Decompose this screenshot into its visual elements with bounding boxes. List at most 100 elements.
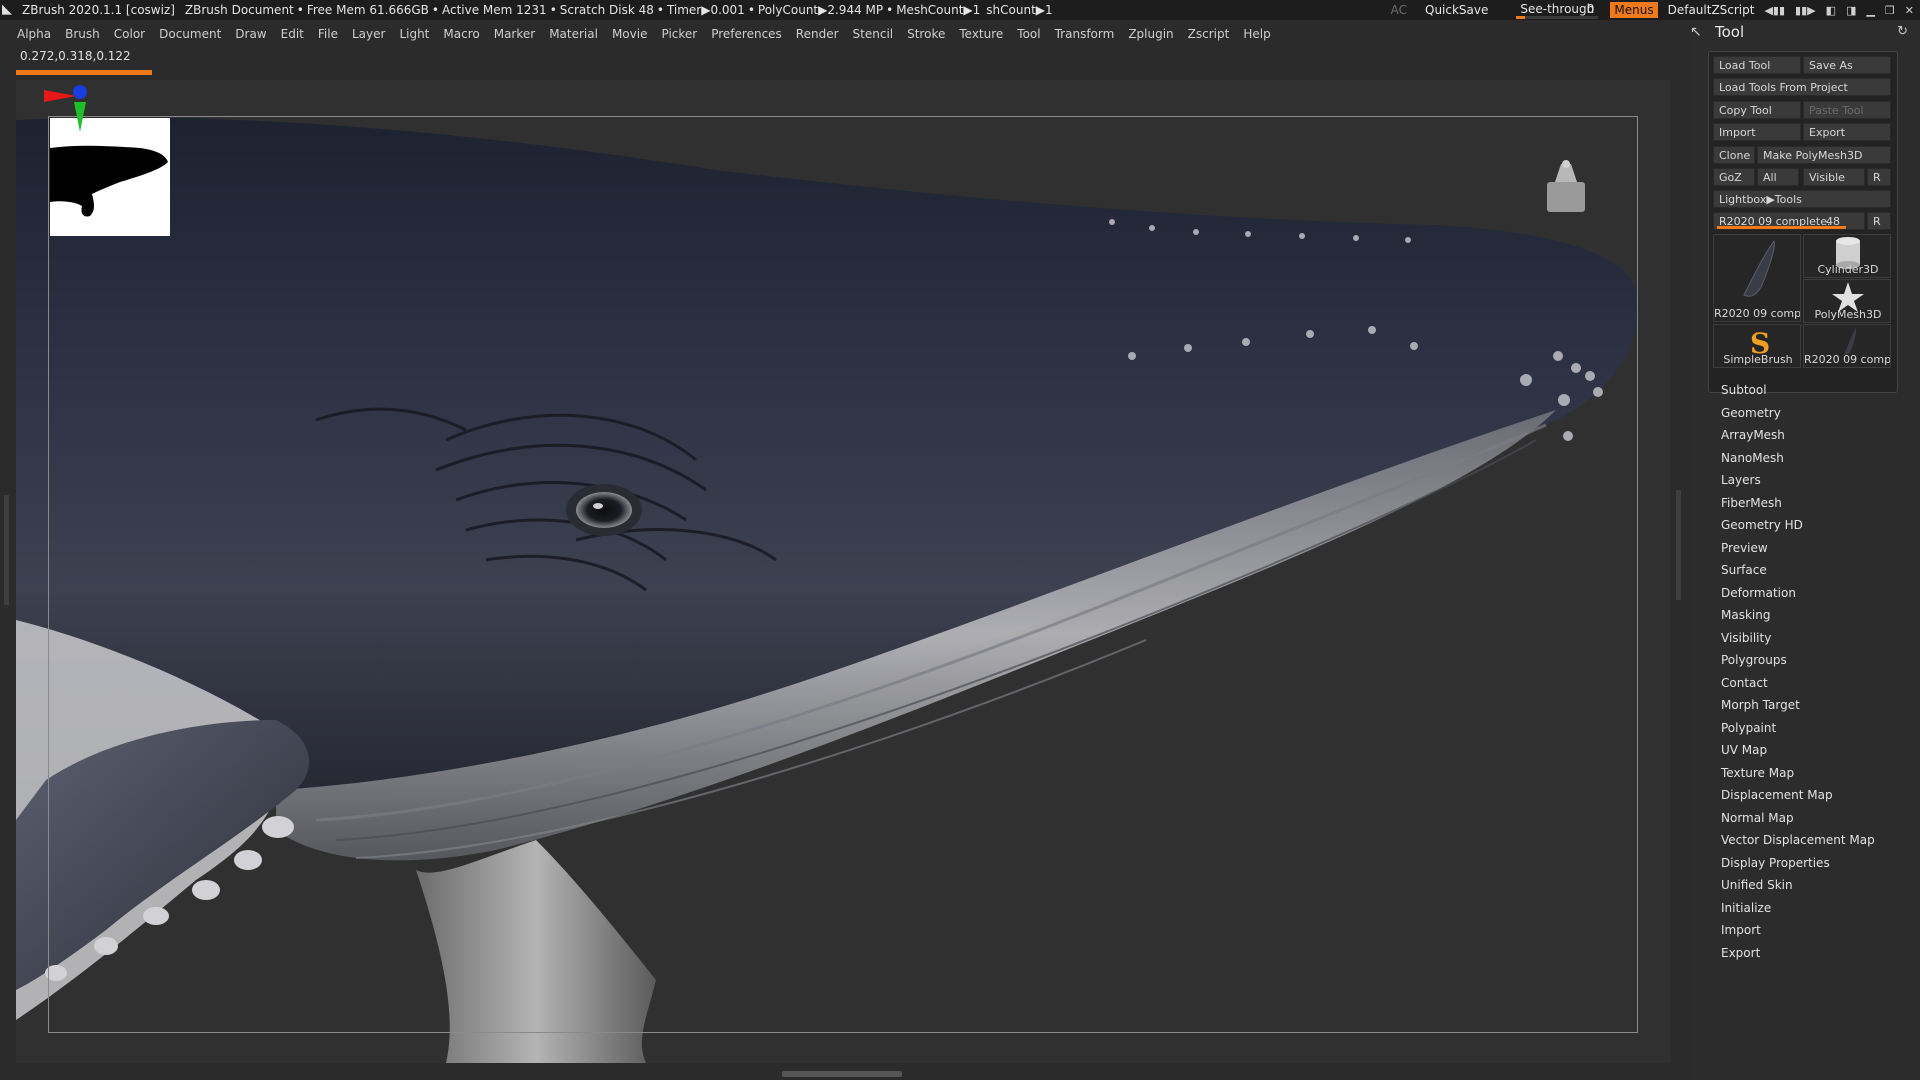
menu-tool[interactable]: Tool <box>1017 27 1040 41</box>
export-button[interactable]: Export <box>1803 123 1891 141</box>
layout-right-icon[interactable]: ▮▮▶ <box>1795 4 1816 17</box>
refresh-icon[interactable]: ↻ <box>1897 24 1908 39</box>
subpalette-contact[interactable]: Contact <box>1721 672 1875 695</box>
load-tools-from-project-button[interactable]: Load Tools From Project <box>1713 78 1891 96</box>
ui-swap-left-icon[interactable]: ◧ <box>1826 4 1836 17</box>
tool-r-button[interactable]: R <box>1867 212 1891 230</box>
menu-alpha[interactable]: Alpha <box>17 27 51 41</box>
see-through-slider[interactable]: See-through 0 <box>1514 1 1600 19</box>
minimize-icon[interactable]: ▁ <box>1866 4 1874 17</box>
menu-movie[interactable]: Movie <box>612 27 648 41</box>
subpalette-texture-map[interactable]: Texture Map <box>1721 762 1875 785</box>
ac-toggle[interactable]: AC <box>1391 3 1407 17</box>
left-tray-handle[interactable] <box>4 495 9 605</box>
menu-light[interactable]: Light <box>399 27 429 41</box>
subpalette-import[interactable]: Import <box>1721 919 1875 942</box>
tool-thumb-current[interactable]: R2020 09 complete <box>1713 234 1801 322</box>
bottom-tray-handle[interactable] <box>782 1071 902 1077</box>
menu-transform[interactable]: Transform <box>1055 27 1115 41</box>
subpalette-normal-map[interactable]: Normal Map <box>1721 807 1875 830</box>
menu-stencil[interactable]: Stencil <box>853 27 894 41</box>
stat-scratch-disk: Scratch Disk 48 <box>559 3 654 17</box>
subpalette-arraymesh[interactable]: ArrayMesh <box>1721 424 1875 447</box>
menu-preferences[interactable]: Preferences <box>711 27 782 41</box>
menu-texture[interactable]: Texture <box>959 27 1003 41</box>
subpalette-initialize[interactable]: Initialize <box>1721 897 1875 920</box>
subpalette-layers[interactable]: Layers <box>1721 469 1875 492</box>
menu-zplugin[interactable]: Zplugin <box>1128 27 1173 41</box>
subpalette-polypaint[interactable]: Polypaint <box>1721 717 1875 740</box>
menu-marker[interactable]: Marker <box>494 27 535 41</box>
goz-all-button[interactable]: All <box>1757 168 1799 186</box>
goz-r-button[interactable]: R <box>1867 168 1891 186</box>
import-button[interactable]: Import <box>1713 123 1801 141</box>
paste-tool-button[interactable]: Paste Tool <box>1803 101 1891 119</box>
pin-icon[interactable]: ↖ <box>1690 24 1702 40</box>
axis-gizmo-icon[interactable] <box>16 80 96 160</box>
tool-thumb-whale-2[interactable]: R2020 09 complete <box>1803 324 1891 368</box>
subpalette-visibility[interactable]: Visibility <box>1721 627 1875 650</box>
copy-tool-button[interactable]: Copy Tool <box>1713 101 1801 119</box>
subpalette-deformation[interactable]: Deformation <box>1721 582 1875 605</box>
clone-button[interactable]: Clone <box>1713 146 1755 164</box>
zbrush-logo-icon[interactable]: ◣ <box>2 2 18 18</box>
menu-zscript[interactable]: Zscript <box>1188 27 1230 41</box>
subpalette-nanomesh[interactable]: NanoMesh <box>1721 447 1875 470</box>
stat-timer: Timer▶0.001 <box>666 3 745 17</box>
subpalette-geometry-hd[interactable]: Geometry HD <box>1721 514 1875 537</box>
menu-draw[interactable]: Draw <box>235 27 266 41</box>
see-through-value: 0 <box>1586 2 1595 16</box>
tool-slider[interactable]: R2020 09 complete. 48 <box>1713 212 1865 230</box>
tool-thumb-simplebrush[interactable]: S SimpleBrush <box>1713 324 1801 368</box>
right-tray-handle[interactable] <box>1676 490 1681 600</box>
subpalette-preview[interactable]: Preview <box>1721 537 1875 560</box>
camera-icon[interactable] <box>1543 156 1589 216</box>
menu-macro[interactable]: Macro <box>443 27 479 41</box>
subpalette-display-properties[interactable]: Display Properties <box>1721 852 1875 875</box>
restore-icon[interactable]: ❐ <box>1885 4 1895 17</box>
subpalette-export[interactable]: Export <box>1721 942 1875 965</box>
subpalette-subtool[interactable]: Subtool <box>1721 379 1875 402</box>
lightbox-tools-button[interactable]: Lightbox▶Tools <box>1713 190 1891 208</box>
tool-thumb-cylinder3d[interactable]: Cylinder3D <box>1803 234 1891 278</box>
tool-palette-title: Tool <box>1715 23 1745 41</box>
tool-thumb-polymesh3d[interactable]: PolyMesh3D <box>1803 279 1891 323</box>
make-polymesh3d-button[interactable]: Make PolyMesh3D <box>1757 146 1891 164</box>
goz-button[interactable]: GoZ <box>1713 168 1755 186</box>
menu-edit[interactable]: Edit <box>281 27 304 41</box>
title-bar: ◣ ZBrush 2020.1.1 [coswiz] ZBrush Docume… <box>0 0 1920 20</box>
stat-active-mem: Active Mem 1231 <box>441 3 547 17</box>
subpalette-polygroups[interactable]: Polygroups <box>1721 649 1875 672</box>
subpalette-vector-displacement-map[interactable]: Vector Displacement Map <box>1721 829 1875 852</box>
menu-help[interactable]: Help <box>1243 27 1270 41</box>
subpalette-uv-map[interactable]: UV Map <box>1721 739 1875 762</box>
subpalette-unified-skin[interactable]: Unified Skin <box>1721 874 1875 897</box>
menu-file[interactable]: File <box>318 27 338 41</box>
document-canvas[interactable] <box>16 80 1670 1063</box>
menu-brush[interactable]: Brush <box>65 27 100 41</box>
default-zscript-button[interactable]: DefaultZScript <box>1668 3 1755 17</box>
subpalette-displacement-map[interactable]: Displacement Map <box>1721 784 1875 807</box>
subpalette-surface[interactable]: Surface <box>1721 559 1875 582</box>
goz-visible-button[interactable]: Visible <box>1803 168 1865 186</box>
menu-document[interactable]: Document <box>159 27 221 41</box>
whale-sculpt <box>16 117 1638 1063</box>
load-tool-button[interactable]: Load Tool <box>1713 56 1801 74</box>
subpalette-masking[interactable]: Masking <box>1721 604 1875 627</box>
quicksave-button[interactable]: QuickSave <box>1425 3 1488 17</box>
subpalette-geometry[interactable]: Geometry <box>1721 402 1875 425</box>
layout-left-icon[interactable]: ◀▮▮ <box>1764 4 1785 17</box>
subpalette-fibermesh[interactable]: FiberMesh <box>1721 492 1875 515</box>
menu-render[interactable]: Render <box>796 27 839 41</box>
menu-material[interactable]: Material <box>549 27 598 41</box>
save-as-button[interactable]: Save As <box>1803 56 1891 74</box>
subpalette-morph-target[interactable]: Morph Target <box>1721 694 1875 717</box>
close-icon[interactable]: ✕ <box>1905 4 1914 17</box>
menu-layer[interactable]: Layer <box>352 27 385 41</box>
menu-picker[interactable]: Picker <box>661 27 697 41</box>
ui-swap-right-icon[interactable]: ◨ <box>1846 4 1856 17</box>
menu-color[interactable]: Color <box>114 27 145 41</box>
tool-subpalette-list: Subtool Geometry ArrayMesh NanoMesh Layers Fi… <box>1721 379 1875 964</box>
menu-stroke[interactable]: Stroke <box>907 27 945 41</box>
menus-button[interactable]: Menus <box>1610 2 1658 18</box>
